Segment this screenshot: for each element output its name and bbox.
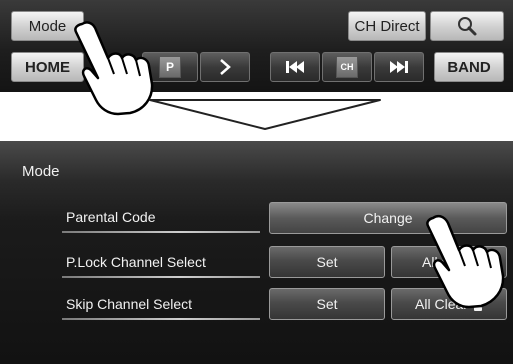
search-button[interactable] xyxy=(430,11,504,41)
skip-channel-select-label: Skip Channel Select xyxy=(66,296,193,312)
pointing-hand-icon xyxy=(426,214,505,309)
next-arrow-icon xyxy=(220,59,231,75)
mode-screen: Mode Parental Code Change P.Lock Channel… xyxy=(0,141,513,364)
row-divider xyxy=(62,231,260,233)
top-control-bar: Mode CH Direct HOME P CH BAND xyxy=(0,0,513,116)
plock-set-button[interactable]: Set xyxy=(269,246,385,278)
skip-forward-icon xyxy=(390,61,408,73)
skip-back-icon xyxy=(286,61,304,73)
next-button[interactable] xyxy=(200,52,250,82)
parental-code-label: Parental Code xyxy=(66,209,156,225)
row-divider xyxy=(62,318,260,320)
down-arrow-icon xyxy=(149,99,381,130)
skip-back-button[interactable] xyxy=(270,52,320,82)
search-icon xyxy=(458,17,477,36)
plock-channel-select-label: P.Lock Channel Select xyxy=(66,254,206,270)
ch-direct-button[interactable]: CH Direct xyxy=(348,11,426,41)
ch-badge: CH xyxy=(336,56,358,78)
channel-button[interactable]: CH xyxy=(322,52,372,82)
band-button[interactable]: BAND xyxy=(434,52,504,82)
screen-title: Mode xyxy=(22,163,60,180)
skip-forward-button[interactable] xyxy=(374,52,424,82)
row-divider xyxy=(62,276,260,278)
skip-set-button[interactable]: Set xyxy=(269,288,385,320)
